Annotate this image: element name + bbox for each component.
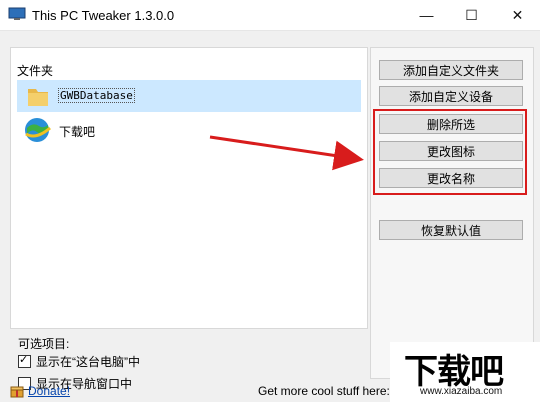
restore-default-button[interactable]: 恢复默认值: [379, 220, 523, 240]
close-button[interactable]: ✕: [495, 0, 540, 30]
window-title: This PC Tweaker 1.3.0.0: [32, 8, 175, 23]
gift-icon: [10, 386, 24, 398]
list-item-label: 下载吧: [59, 125, 96, 139]
folders-list-panel: 文件夹 GWBDatabase 下载吧: [10, 47, 368, 329]
more-stuff-text: Get more cool stuff here: W: [258, 384, 405, 398]
donate-link[interactable]: Donate!: [28, 384, 70, 398]
app-icon: [8, 7, 26, 20]
watermark-url: www.xiazaiba.com: [420, 386, 503, 397]
options-title: 可选项目:: [18, 337, 70, 351]
red-arrow-icon: [209, 135, 364, 171]
change-name-button[interactable]: 更改名称: [379, 168, 523, 188]
minimize-button[interactable]: —: [404, 0, 449, 30]
delete-selected-button[interactable]: 删除所选: [379, 114, 523, 134]
folders-group-label: 文件夹: [17, 64, 54, 78]
maximize-button[interactable]: ☐: [449, 0, 494, 30]
title-bar: This PC Tweaker 1.3.0.0 — ☐ ✕: [0, 0, 540, 31]
client-area: 文件夹 GWBDatabase 下载吧 可选项目: ✓ 显示在“这台电脑”中 显…: [0, 31, 540, 402]
globe-icon: [25, 118, 51, 142]
add-custom-folder-button[interactable]: 添加自定义文件夹: [379, 60, 523, 80]
list-item-label: GWBDatabase: [58, 88, 135, 103]
checkbox-label: 显示在“这台电脑”中: [36, 355, 140, 369]
list-item-gwbdatabase[interactable]: GWBDatabase: [17, 80, 361, 112]
folder-icon: [28, 89, 48, 106]
change-icon-button[interactable]: 更改图标: [379, 141, 523, 161]
watermark-logo: 下载吧 www.xiazaiba.com: [390, 342, 540, 402]
actions-panel: 添加自定义文件夹 添加自定义设备 删除所选 更改图标 更改名称 恢复默认值: [370, 47, 534, 379]
checkbox[interactable]: ✓: [18, 354, 31, 368]
check-mark-icon: ✓: [19, 354, 29, 366]
add-custom-device-button[interactable]: 添加自定义设备: [379, 86, 523, 106]
